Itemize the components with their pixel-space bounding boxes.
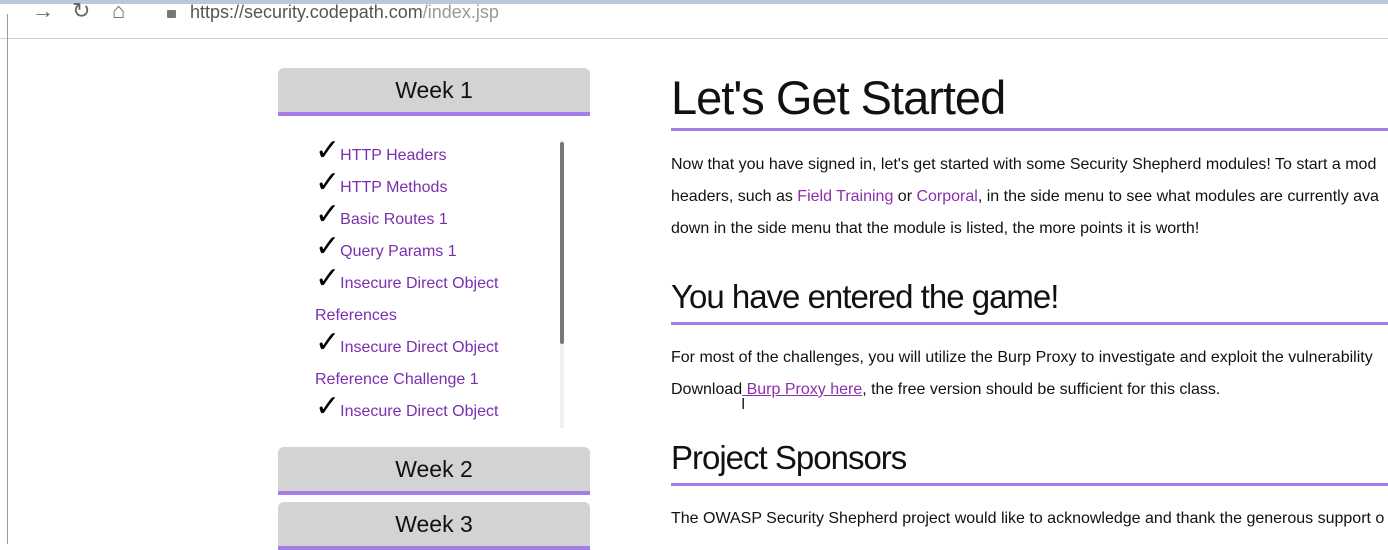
- checkmark-icon: ✓: [315, 165, 341, 200]
- address-bar[interactable]: https://security.codepath.com/index.jsp: [190, 2, 499, 23]
- list-item[interactable]: ✓HTTP Headers: [310, 140, 564, 172]
- home-icon[interactable]: ⌂: [112, 0, 125, 22]
- checkmark-icon: ✓: [315, 389, 341, 424]
- sponsors-line-1: The OWASP Security Shepherd project woul…: [671, 510, 1385, 527]
- section-divider: [671, 322, 1388, 325]
- intro-line-3: down in the side menu that the module is…: [671, 220, 1200, 237]
- week-1-button[interactable]: Week 1: [278, 68, 590, 116]
- checkmark-icon: ✓: [315, 140, 341, 168]
- title-divider: [671, 128, 1388, 131]
- browser-toolbar: → ↻ ⌂ https://security.codepath.com/inde…: [0, 0, 1388, 39]
- text-cursor-icon: I: [741, 396, 746, 413]
- section-heading-game: You have entered the game!: [671, 278, 1059, 315]
- module-link[interactable]: Insecure Direct Object: [340, 403, 498, 420]
- intro-text: headers, such as: [671, 188, 798, 205]
- url-host: https://security.codepath.com: [190, 2, 423, 22]
- list-item[interactable]: ✓Insecure Direct Object: [310, 392, 564, 428]
- game-line-2: Download Burp Proxy here, the free versi…: [671, 374, 1388, 406]
- game-text: Download: [671, 381, 743, 398]
- game-text: , the free version should be sufficient …: [862, 381, 1221, 398]
- checkmark-icon: ✓: [315, 197, 341, 232]
- arrow-right-icon[interactable]: →: [32, 0, 54, 22]
- checkmark-icon: ✓: [315, 325, 341, 360]
- list-item[interactable]: ✓Insecure Direct Object Reference Challe…: [310, 328, 515, 396]
- intro-line-1: Now that you have signed in, let's get s…: [671, 156, 1377, 173]
- lock-icon: [167, 10, 176, 18]
- intro-text: , in the side menu to see what modules a…: [977, 188, 1379, 205]
- intro-text: or: [893, 188, 917, 205]
- frame-border: [7, 14, 8, 544]
- week-2-button[interactable]: Week 2: [278, 447, 590, 495]
- section-divider: [671, 483, 1388, 486]
- module-link[interactable]: Insecure Direct Object Reference Challen…: [315, 339, 498, 388]
- list-item[interactable]: ✓Insecure Direct Object References: [310, 264, 515, 332]
- list-item[interactable]: ✓Basic Routes 1: [310, 200, 564, 236]
- module-link[interactable]: HTTP Headers: [340, 147, 446, 164]
- module-link[interactable]: HTTP Methods: [340, 179, 447, 196]
- reload-icon[interactable]: ↻: [72, 0, 90, 22]
- module-link[interactable]: Insecure Direct Object References: [315, 275, 498, 324]
- week-1-module-list: ✓HTTP Headers ✓HTTP Methods ✓Basic Route…: [310, 140, 564, 428]
- field-training-link[interactable]: Field Training: [797, 188, 893, 205]
- intro-line-2: headers, such as Field Training or Corpo…: [671, 181, 1388, 213]
- module-link[interactable]: Basic Routes 1: [340, 211, 448, 228]
- page-title: Let's Get Started: [671, 71, 1006, 124]
- checkmark-icon: ✓: [315, 229, 341, 264]
- week-3-button[interactable]: Week 3: [278, 502, 590, 550]
- module-link[interactable]: Query Params 1: [340, 243, 456, 260]
- corporal-link[interactable]: Corporal: [916, 188, 977, 205]
- checkmark-icon: ✓: [315, 261, 341, 296]
- game-line-1: For most of the challenges, you will uti…: [671, 349, 1373, 366]
- burp-proxy-link[interactable]: Burp Proxy here: [742, 381, 863, 398]
- list-item[interactable]: ✓Query Params 1: [310, 232, 564, 268]
- section-heading-sponsors: Project Sponsors: [671, 439, 907, 476]
- list-item[interactable]: ✓HTTP Methods: [310, 168, 564, 204]
- url-path: /index.jsp: [422, 2, 499, 22]
